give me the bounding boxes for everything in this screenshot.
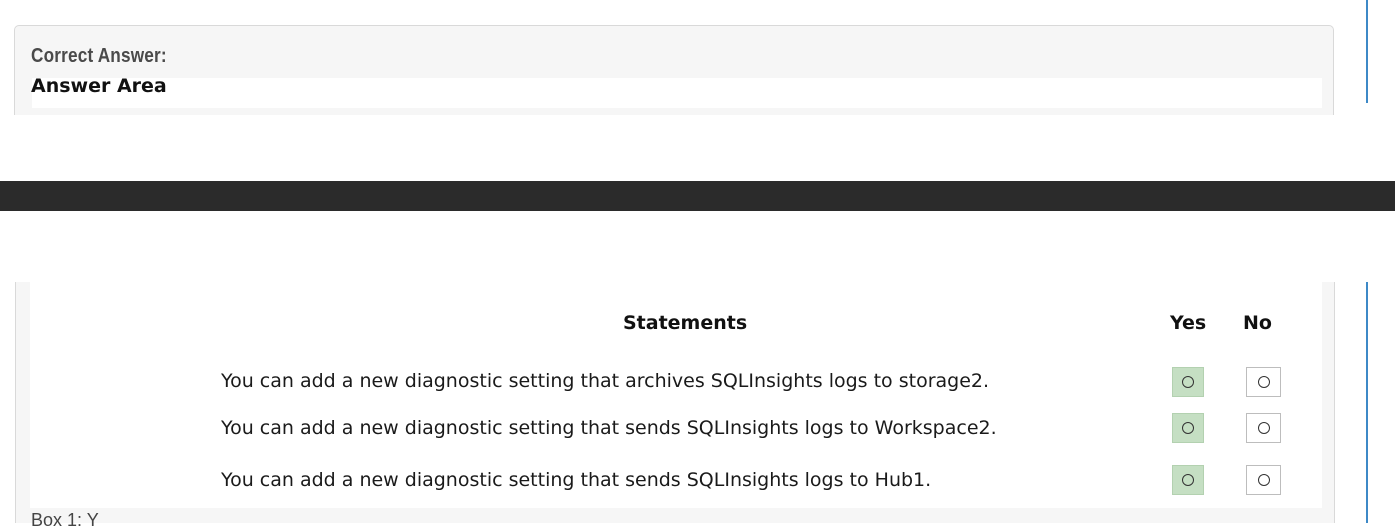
explanation-text-cut: Box 1: Y bbox=[31, 510, 99, 530]
yes-radio-row-2[interactable] bbox=[1172, 413, 1204, 443]
right-accent-rule-lower bbox=[1366, 282, 1368, 523]
yes-radio-row-3[interactable] bbox=[1172, 465, 1204, 495]
section-divider-band bbox=[0, 181, 1395, 211]
statement-row-3: You can add a new diagnostic setting tha… bbox=[221, 469, 932, 491]
no-radio-row-2[interactable] bbox=[1246, 413, 1281, 443]
yes-radio-row-1[interactable] bbox=[1172, 367, 1204, 397]
column-header-statements: Statements bbox=[623, 312, 748, 334]
right-accent-rule bbox=[1366, 0, 1368, 103]
radio-circle-icon bbox=[1182, 376, 1194, 388]
answer-area-title: Answer Area bbox=[31, 75, 167, 97]
correct-answer-label: Correct Answer: bbox=[31, 45, 167, 67]
column-header-yes: Yes bbox=[1170, 312, 1207, 334]
radio-circle-icon bbox=[1257, 376, 1270, 388]
radio-circle-icon bbox=[1182, 474, 1194, 486]
radio-circle-icon bbox=[1257, 422, 1270, 434]
statement-row-2: You can add a new diagnostic setting tha… bbox=[221, 417, 997, 439]
statement-row-1: You can add a new diagnostic setting tha… bbox=[221, 370, 990, 392]
radio-circle-icon bbox=[1257, 474, 1270, 486]
no-radio-row-3[interactable] bbox=[1246, 465, 1281, 495]
radio-circle-icon bbox=[1182, 422, 1194, 434]
column-header-no: No bbox=[1243, 312, 1272, 334]
no-radio-row-1[interactable] bbox=[1246, 367, 1281, 397]
answer-area-top-panel bbox=[32, 78, 1322, 108]
